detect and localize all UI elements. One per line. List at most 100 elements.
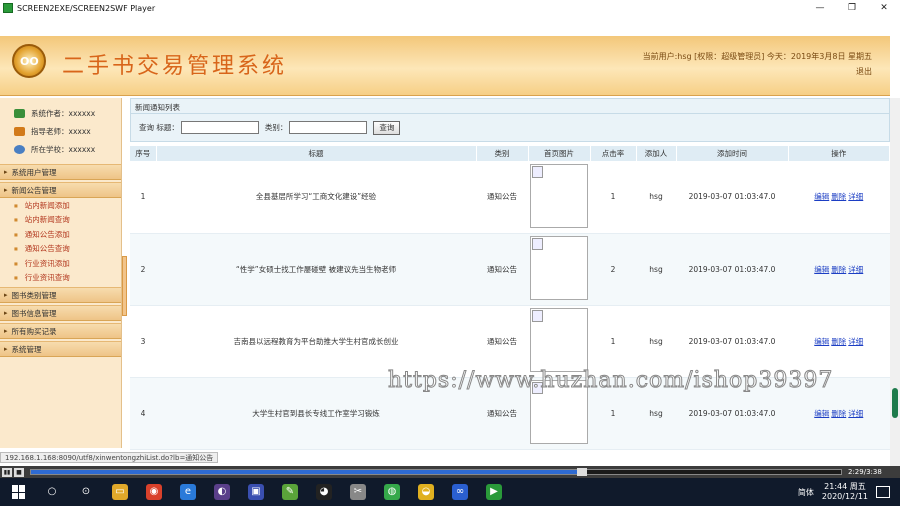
category-search-input[interactable] xyxy=(289,121,368,134)
progress-fill xyxy=(31,470,582,474)
watermark-text: https://www.huzhan.com/ishop39397 xyxy=(387,368,834,394)
delete-link[interactable]: 删除 xyxy=(831,409,846,418)
user-info: 当前用户:hsg [权限：超级管理员] 今天：2019年3月8日 星期五 xyxy=(642,52,872,61)
sidebar-collapse-handle[interactable] xyxy=(122,256,127,316)
detail-link[interactable]: 详细 xyxy=(848,265,863,274)
sidebar-info: 系统作者：xxxxxx 指导老师：xxxxx 所在学校：xxxxxx xyxy=(0,98,121,162)
minimize-button[interactable]: — xyxy=(804,0,836,16)
tools-icon[interactable]: ✂ xyxy=(350,484,366,500)
edit-link[interactable]: 编辑 xyxy=(814,192,829,201)
school-row: 所在学校：xxxxxx xyxy=(14,140,121,158)
app-header: OO 二手书交易管理系统 当前用户:hsg [权限：超级管理员] 今天：2019… xyxy=(0,36,890,96)
menu-item-news-query[interactable]: 站内新闻查询 xyxy=(0,213,121,228)
delete-link[interactable]: 删除 xyxy=(831,265,846,274)
window-titlebar: SCREEN2EXE/SCREEN2SWF Player — ❐ ✕ xyxy=(0,0,900,16)
menu-item-notice-query[interactable]: 通知公告查询 xyxy=(0,242,121,257)
menu-user-mgmt[interactable]: 系统用户管理 xyxy=(0,164,121,180)
chrome-icon[interactable]: ◉ xyxy=(146,484,162,500)
snail-icon[interactable]: ◒ xyxy=(418,484,434,500)
delete-link[interactable]: 删除 xyxy=(831,192,846,201)
col-time: 添加时间 xyxy=(676,146,789,161)
menu-system[interactable]: 系统管理 xyxy=(0,341,121,357)
news-table: 序号 标题 类别 首页图片 点击率 添加人 添加时间 操作 1 全县基层所学习“… xyxy=(130,146,890,450)
title-search-input[interactable] xyxy=(180,121,259,134)
menu-book-category[interactable]: 图书类别管理 xyxy=(0,287,121,303)
row-title: 吉南县以远程教育为平台助推大学生村官成长创业 xyxy=(156,305,476,378)
ime-indicator[interactable]: 简体 xyxy=(798,487,814,498)
edit-link[interactable]: 编辑 xyxy=(814,337,829,346)
table-row: 2 “性学”女硕士找工作屡碰壁 被建议先当生物老师 通知公告 2 hsg 201… xyxy=(130,233,890,306)
system-tray: 简体 21:44 周五 2020/12/11 xyxy=(798,478,900,506)
progress-track[interactable] xyxy=(30,468,842,476)
qq-icon[interactable]: ◕ xyxy=(316,484,332,500)
taskbar: ○ ⊙ ▭ ◉ e ◐ ▣ ✎ ◕ ✂ ◍ ◒ ∞ ▶ 简体 21:44 周五 2020/12/11 xyxy=(0,478,900,506)
browser-content: OO 二手书交易管理系统 当前用户:hsg [权限：超级管理员] 今天：2019… xyxy=(0,16,900,466)
broken-image-icon xyxy=(530,236,588,300)
menu-news-mgmt[interactable]: 新闻公告管理 xyxy=(0,182,121,198)
vs-icon[interactable]: ∞ xyxy=(452,484,468,500)
sidebar: 系统作者：xxxxxx 指导老师：xxxxx 所在学校：xxxxxx 系统用户管… xyxy=(0,98,122,448)
pause-button[interactable]: ▮▮ xyxy=(2,467,12,477)
row-title: “性学”女硕士找工作屡碰壁 被建议先当生物老师 xyxy=(156,233,476,306)
edge-icon[interactable]: e xyxy=(180,484,196,500)
search-bar: 查询 标题： 类别： 查询 xyxy=(130,114,890,142)
close-button[interactable]: ✕ xyxy=(868,0,900,16)
author-row: 系统作者：xxxxxx xyxy=(14,104,121,122)
detail-link[interactable]: 详细 xyxy=(848,409,863,418)
taskbar-apps: ○ ⊙ ▭ ◉ e ◐ ▣ ✎ ◕ ✂ ◍ ◒ ∞ ▶ xyxy=(26,484,502,500)
search-icon[interactable]: ⊙ xyxy=(78,484,94,500)
explorer-icon[interactable]: ▭ xyxy=(112,484,128,500)
logo-icon: OO xyxy=(12,44,46,78)
menu-book-info[interactable]: 图书信息管理 xyxy=(0,305,121,321)
menu-item-news-add[interactable]: 站内新闻添加 xyxy=(0,198,121,213)
broken-image-icon xyxy=(530,308,588,372)
school-icon xyxy=(14,144,25,154)
col-category: 类别 xyxy=(476,146,529,161)
people-icon xyxy=(14,108,25,118)
player-controls: ▮▮ ■ 2:29/3:38 xyxy=(0,466,900,478)
status-url: 192.168.1.168:8090/utf8/xinwentongzhiLis… xyxy=(0,452,219,463)
delete-link[interactable]: 删除 xyxy=(831,337,846,346)
player-app-icon xyxy=(3,3,13,13)
detail-link[interactable]: 详细 xyxy=(848,192,863,201)
system-title: 二手书交易管理系统 xyxy=(62,54,288,79)
logout-link[interactable]: 退出 xyxy=(856,66,872,77)
vertical-scrollbar[interactable] xyxy=(890,98,900,466)
cortana-icon[interactable]: ○ xyxy=(44,484,60,500)
edit-link[interactable]: 编辑 xyxy=(814,409,829,418)
editor-icon[interactable]: ▣ xyxy=(248,484,264,500)
restore-button[interactable]: ❐ xyxy=(836,0,868,16)
player-app-icon[interactable]: ▶ xyxy=(486,484,502,500)
table-row: 3 吉南县以远程教育为平台助推大学生村官成长创业 通知公告 1 hsg 2019… xyxy=(130,305,890,378)
windows-start-icon[interactable] xyxy=(12,485,26,499)
broken-image-icon xyxy=(530,163,588,228)
search-title-label: 查询 标题： xyxy=(139,123,179,132)
notepad-icon[interactable]: ✎ xyxy=(282,484,298,500)
notification-icon[interactable] xyxy=(876,486,890,498)
col-title: 标题 xyxy=(156,146,477,161)
col-no: 序号 xyxy=(130,146,157,161)
table-header-row: 序号 标题 类别 首页图片 点击率 添加人 添加时间 操作 xyxy=(130,146,890,161)
menu-item-notice-add[interactable]: 通知公告添加 xyxy=(0,227,121,242)
edit-link[interactable]: 编辑 xyxy=(814,265,829,274)
scroll-thumb[interactable] xyxy=(892,388,898,418)
search-button[interactable]: 查询 xyxy=(373,120,401,135)
menu-item-industry-add[interactable]: 行业资讯添加 xyxy=(0,256,121,271)
main-panel: 新闻通知列表 查询 标题： 类别： 查询 序号 标题 类别 首页图片 点击率 添… xyxy=(130,98,890,450)
browser-icon[interactable]: ◍ xyxy=(384,484,400,500)
col-ops: 操作 xyxy=(788,146,890,161)
breadcrumb: 新闻通知列表 xyxy=(130,98,890,114)
detail-link[interactable]: 详细 xyxy=(848,337,863,346)
col-clicks: 点击率 xyxy=(590,146,637,161)
col-author: 添加人 xyxy=(636,146,677,161)
teacher-row: 指导老师：xxxxx xyxy=(14,122,121,140)
menu-purchases[interactable]: 所有购买记录 xyxy=(0,323,121,339)
table-row: 1 全县基层所学习“工商文化建设”经验 通知公告 1 hsg 2019-03-0… xyxy=(130,161,890,234)
col-image: 首页图片 xyxy=(528,146,591,161)
search-category-label: 类别： xyxy=(264,123,288,132)
menu-item-industry-query[interactable]: 行业资讯查询 xyxy=(0,271,121,286)
clock[interactable]: 21:44 周五 2020/12/11 xyxy=(822,482,868,502)
stop-button[interactable]: ■ xyxy=(14,467,24,477)
eclipse-icon[interactable]: ◐ xyxy=(214,484,230,500)
progress-knob[interactable] xyxy=(576,468,587,476)
